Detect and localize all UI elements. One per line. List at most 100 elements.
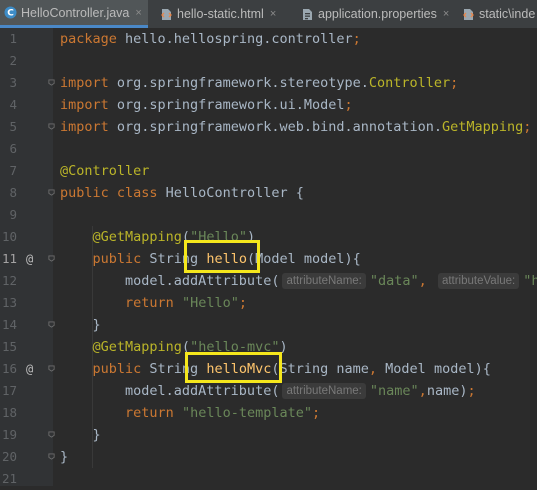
line-number: 5 <box>9 119 17 134</box>
tab-label: HelloController.java <box>21 5 130 20</box>
code-token: ( <box>181 339 191 355</box>
code-token: } <box>60 427 101 443</box>
code-text: public class HelloController { <box>60 182 304 204</box>
fold-icon[interactable] <box>48 453 55 460</box>
code-line[interactable]: 3 import org.springframework.stereotype.C… <box>0 72 537 94</box>
code-token: Model model){ <box>385 361 491 377</box>
code-line[interactable]: 5 import org.springframework.web.bind.ann… <box>0 116 537 138</box>
fold-icon[interactable] <box>48 79 55 86</box>
code-token: hello <box>206 251 247 267</box>
code-line[interactable]: 21 <box>0 468 537 490</box>
code-token: public class <box>60 185 166 201</box>
code-line[interactable]: 4 import org.springframework.ui.Model; <box>0 94 537 116</box>
code-token: import <box>60 75 117 91</box>
code-token: name) <box>426 383 468 399</box>
code-line[interactable]: 11 @ public String hello(Model model){ <box>0 248 537 270</box>
tab-application-properties[interactable]: application.properties × <box>297 0 457 28</box>
code-token: ; <box>450 75 459 91</box>
line-number: 2 <box>9 53 17 68</box>
line-number: 9 <box>9 207 17 222</box>
code-line[interactable]: 16 @ public String helloMvc(String name, … <box>0 358 537 380</box>
code-editor[interactable]: 1 package hello.hellospring.controller; 2 3… <box>0 28 537 486</box>
code-token: hello.hellospring.controller <box>125 31 353 47</box>
code-line[interactable]: 9 <box>0 204 537 226</box>
parameter-hint: attributeValue: <box>437 273 520 289</box>
line-number: 20 <box>1 449 17 464</box>
code-token: package <box>60 31 126 47</box>
code-text: import org.springframework.ui.Model; <box>60 94 353 116</box>
code-token: String <box>149 251 207 267</box>
code-text: public String hello(Model model){ <box>60 248 361 270</box>
fold-icon[interactable] <box>48 431 55 438</box>
code-line[interactable]: 18 return "hello-template"; <box>0 402 537 424</box>
code-token: "h <box>523 273 537 289</box>
mapping-marker-icon[interactable]: @ <box>26 358 33 380</box>
code-line[interactable]: 15 @GetMapping("hello-mvc") <box>0 336 537 358</box>
fold-icon[interactable] <box>48 255 55 262</box>
svg-text:C: C <box>7 9 14 19</box>
code-line[interactable]: 2 <box>0 50 537 72</box>
code-token: , <box>418 383 427 399</box>
code-line[interactable]: 12 model.addAttribute(attributeName: "dat… <box>0 270 537 292</box>
code-token: String <box>149 361 207 377</box>
mapping-marker-icon[interactable]: @ <box>26 248 33 270</box>
code-text: @Controller <box>60 160 149 182</box>
tab-label: hello-static.html <box>177 7 264 21</box>
close-icon[interactable]: × <box>270 8 276 20</box>
code-token: , <box>368 361 386 377</box>
code-token: ) <box>279 339 288 355</box>
line-number: 13 <box>1 295 17 310</box>
line-number: 4 <box>9 97 17 112</box>
code-line[interactable]: 8 public class HelloController { <box>0 182 537 204</box>
code-token: @GetMapping <box>92 339 182 355</box>
line-number: 14 <box>1 317 17 332</box>
fold-icon[interactable] <box>48 189 55 196</box>
code-token: return <box>125 295 182 311</box>
close-icon[interactable]: × <box>443 8 449 20</box>
tab-hello-static[interactable]: hello-static.html × <box>156 0 292 28</box>
code-token: { <box>295 185 304 201</box>
code-line[interactable]: 17 model.addAttribute(attributeName: "nam… <box>0 380 537 402</box>
code-token: "Hello" <box>190 229 247 245</box>
line-number: 8 <box>9 185 17 200</box>
code-text: package hello.hellospring.controller; <box>60 28 361 50</box>
parameter-hint: attributeName: <box>282 273 366 289</box>
tab-static-index[interactable]: static\inde <box>458 0 537 28</box>
close-icon[interactable]: × <box>135 7 141 19</box>
tab-label: application.properties <box>318 7 437 21</box>
code-line[interactable]: 13 return "Hello"; <box>0 292 537 314</box>
code-line[interactable]: 14 } <box>0 314 537 336</box>
code-line[interactable]: 7 @Controller <box>0 160 537 182</box>
properties-file-icon <box>301 8 314 21</box>
line-number: 7 <box>9 163 17 178</box>
code-line[interactable]: 6 <box>0 138 537 160</box>
code-token: ( <box>181 229 191 245</box>
code-token: ; <box>467 383 476 399</box>
code-line[interactable]: 20} <box>0 446 537 468</box>
code-token: ; <box>238 295 247 311</box>
code-text: @GetMapping("hello-mvc") <box>60 336 288 358</box>
code-token: } <box>60 449 69 465</box>
fold-icon[interactable] <box>48 365 55 372</box>
code-line[interactable]: 19 } <box>0 424 537 446</box>
code-token: @Controller <box>60 163 150 179</box>
code-text: model.addAttribute(attributeName: "name",… <box>60 380 476 402</box>
code-text: import org.springframework.stereotype.Co… <box>60 72 458 94</box>
code-token: org.springframework.stereotype. <box>116 75 369 91</box>
code-token: Controller <box>368 75 451 91</box>
fold-icon[interactable] <box>48 321 55 328</box>
line-number: 15 <box>1 339 17 354</box>
code-token: "data" <box>369 273 419 289</box>
tab-hello-controller[interactable]: C HelloController.java × <box>0 0 148 28</box>
fold-icon[interactable] <box>48 123 55 130</box>
line-number: 10 <box>1 229 17 244</box>
code-token: ) <box>246 229 256 245</box>
code-line[interactable]: 10 @GetMapping("Hello") <box>0 226 537 248</box>
code-token: helloMvc <box>206 361 272 377</box>
code-token: ; <box>523 119 532 135</box>
code-line[interactable]: 1 package hello.hellospring.controller; <box>0 28 537 50</box>
